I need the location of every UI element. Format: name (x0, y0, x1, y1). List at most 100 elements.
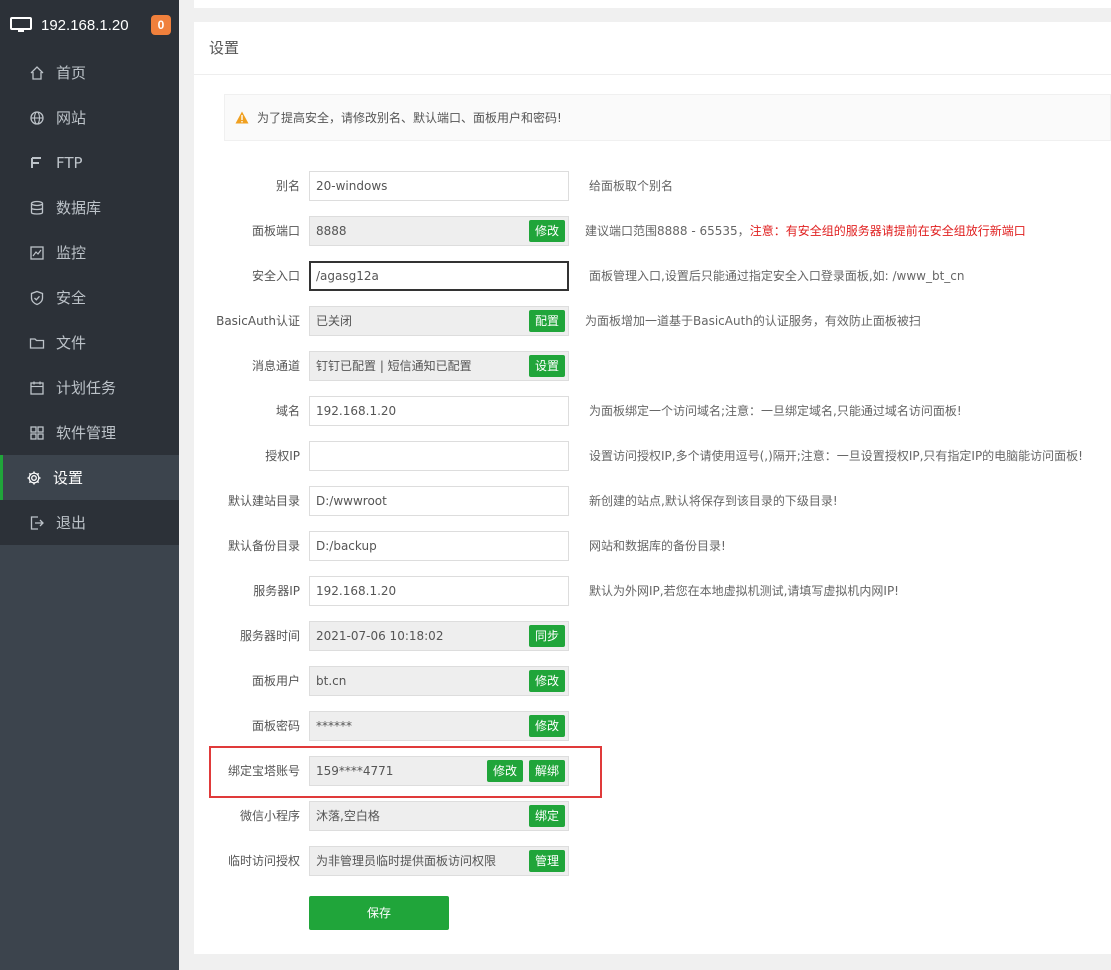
sidebar-item-label: 安全 (56, 289, 87, 307)
backup-dir-input[interactable]: D:/backup (309, 531, 569, 561)
sidebar-item-label: 软件管理 (56, 424, 117, 442)
domain-help: 为面板绑定一个访问域名;注意：一旦绑定域名,只能通过域名访问面板! (589, 404, 962, 418)
page-title: 设置 (194, 22, 1111, 75)
row-message-channel: 消息通道 钉钉已配置 | 短信通知已配置 设置 (194, 351, 1111, 381)
row-security-entry: 安全入口 /agasg12a 面板管理入口,设置后只能通过指定安全入口登录面板,… (194, 261, 1111, 291)
row-auth-ip: 授权IP 设置访问授权IP,多个请使用逗号(,)隔开;注意：一旦设置授权IP,只… (194, 441, 1111, 471)
security-entry-input[interactable]: /agasg12a (309, 261, 569, 291)
sidebar-item-home[interactable]: 首页 (0, 50, 179, 95)
logout-icon (29, 515, 45, 531)
sidebar-item-label: 文件 (56, 334, 87, 352)
tempauth-label: 临时访问授权 (227, 854, 300, 868)
sitedir-label: 默认建站目录 (227, 494, 300, 508)
sync-time-button[interactable]: 同步 (529, 625, 566, 647)
server-ip-input[interactable]: 192.168.1.20 (309, 576, 569, 606)
home-icon (29, 65, 45, 81)
top-strip (194, 0, 1111, 8)
security-alert: 为了提高安全，请修改别名、默认端口、面板用户和密码! (224, 94, 1111, 141)
sidebar-menu: 首页 网站 FTP 数据库 监控 安全 文件 计划任务 软件管理 设置 退出 (0, 50, 179, 545)
auth-ip-input[interactable] (309, 441, 569, 471)
row-backup-dir: 默认备份目录 D:/backup 网站和数据库的备份目录! (194, 531, 1111, 561)
backupdir-help: 网站和数据库的备份目录! (589, 539, 726, 553)
sidebar-item-files[interactable]: 文件 (0, 320, 179, 365)
row-panel-user: 面板用户 bt.cn 修改 (194, 666, 1111, 696)
sidebar: 192.168.1.20 0 首页 网站 FTP 数据库 监控 安全 文件 计划… (0, 0, 179, 970)
message-setup-button[interactable]: 设置 (529, 355, 566, 377)
domain-label: 域名 (275, 404, 300, 418)
password-edit-button[interactable]: 修改 (529, 715, 566, 737)
sidebar-item-security[interactable]: 安全 (0, 275, 179, 320)
sidebar-item-label: 首页 (56, 64, 87, 82)
folder-icon (29, 335, 45, 351)
sidebar-item-label: 监控 (56, 244, 87, 262)
row-panel-password: 面板密码 ****** 修改 (194, 711, 1111, 741)
basicauth-help: 为面板增加一道基于BasicAuth的认证服务，有效防止面板被扫 (585, 314, 921, 328)
monitor-chart-icon (29, 245, 45, 261)
port-help-warning: 注意：有安全组的服务器请提前在安全组放行新端口 (749, 224, 1026, 238)
sidebar-item-database[interactable]: 数据库 (0, 185, 179, 230)
row-wechat: 微信小程序 沐落,空白格 绑定 (194, 801, 1111, 831)
authip-help: 设置访问授权IP,多个请使用逗号(,)隔开;注意：一旦设置授权IP,只有指定IP… (589, 449, 1083, 463)
authip-label: 授权IP (265, 449, 300, 463)
basicauth-config-button[interactable]: 配置 (529, 310, 566, 332)
port-help: 建议端口范围8888 - 65535，注意：有安全组的服务器请提前在安全组放行新… (585, 216, 1026, 246)
serverip-help: 默认为外网IP,若您在本地虚拟机测试,请填写虚拟机内网IP! (589, 584, 899, 598)
serverip-label: 服务器IP (253, 584, 300, 598)
sitedir-help: 新创建的站点,默认将保存到该目录的下级目录! (589, 494, 838, 508)
sidebar-header: 192.168.1.20 0 (0, 0, 179, 50)
gear-icon (26, 470, 42, 486)
sidebar-item-software[interactable]: 软件管理 (0, 410, 179, 455)
alias-input[interactable]: 20-windows (309, 171, 569, 201)
sidebar-item-label: 退出 (56, 514, 87, 532)
temp-auth-manage-button[interactable]: 管理 (529, 850, 566, 872)
user-label: 面板用户 (251, 674, 300, 688)
row-domain: 域名 192.168.1.20 为面板绑定一个访问域名;注意：一旦绑定域名,只能… (194, 396, 1111, 426)
password-label: 面板密码 (251, 719, 300, 733)
row-server-time: 服务器时间 2021-07-06 10:18:02 同步 (194, 621, 1111, 651)
port-edit-button[interactable]: 修改 (529, 220, 566, 242)
globe-icon (29, 110, 45, 126)
row-port: 面板端口 8888 修改 建议端口范围8888 - 65535，注意：有安全组的… (194, 216, 1111, 246)
sidebar-item-label: 数据库 (56, 199, 102, 217)
host-label: 192.168.1.20 (41, 16, 129, 34)
ftp-icon (29, 155, 45, 171)
sidebar-item-logout[interactable]: 退出 (0, 500, 179, 545)
user-edit-button[interactable]: 修改 (529, 670, 566, 692)
row-temp-auth: 临时访问授权 为非管理员临时提供面板访问权限 管理 (194, 846, 1111, 876)
highlight-box (209, 746, 602, 798)
domain-input[interactable]: 192.168.1.20 (309, 396, 569, 426)
backupdir-label: 默认备份目录 (227, 539, 300, 553)
sidebar-item-label: 网站 (56, 109, 87, 127)
sidebar-item-settings[interactable]: 设置 (0, 455, 179, 500)
servertime-label: 服务器时间 (239, 629, 300, 643)
monitor-icon (10, 17, 32, 32)
sidebar-item-ftp[interactable]: FTP (0, 140, 179, 185)
sidebar-item-label: FTP (56, 153, 83, 172)
alias-label: 别名 (275, 179, 300, 193)
sidebar-item-website[interactable]: 网站 (0, 95, 179, 140)
port-help-text: 建议端口范围8888 - 65535， (585, 224, 750, 238)
save-button[interactable]: 保存 (309, 896, 449, 930)
settings-panel: 设置 为了提高安全，请修改别名、默认端口、面板用户和密码! 别名 20-wind… (194, 22, 1111, 954)
sidebar-item-monitor[interactable]: 监控 (0, 230, 179, 275)
row-server-ip: 服务器IP 192.168.1.20 默认为外网IP,若您在本地虚拟机测试,请填… (194, 576, 1111, 606)
apps-icon (29, 425, 45, 441)
site-dir-input[interactable]: D:/wwwroot (309, 486, 569, 516)
notification-badge[interactable]: 0 (151, 15, 171, 35)
entry-help: 面板管理入口,设置后只能通过指定安全入口登录面板,如: /www_bt_cn (589, 269, 965, 283)
sidebar-item-label: 计划任务 (56, 379, 117, 397)
sidebar-item-label: 设置 (53, 469, 84, 487)
row-alias: 别名 20-windows 给面板取个别名 (194, 171, 1111, 201)
port-label: 面板端口 (251, 224, 300, 238)
sidebar-item-cron[interactable]: 计划任务 (0, 365, 179, 410)
wechat-bind-button[interactable]: 绑定 (529, 805, 566, 827)
database-icon (29, 200, 45, 216)
wechat-label: 微信小程序 (239, 809, 300, 823)
warning-icon (235, 111, 249, 124)
message-label: 消息通道 (251, 359, 300, 373)
entry-label: 安全入口 (251, 269, 300, 283)
alert-text: 为了提高安全，请修改别名、默认端口、面板用户和密码! (257, 111, 562, 125)
basicauth-label: BasicAuth认证 (216, 314, 300, 328)
calendar-icon (29, 380, 45, 396)
alias-help: 给面板取个别名 (589, 179, 674, 193)
